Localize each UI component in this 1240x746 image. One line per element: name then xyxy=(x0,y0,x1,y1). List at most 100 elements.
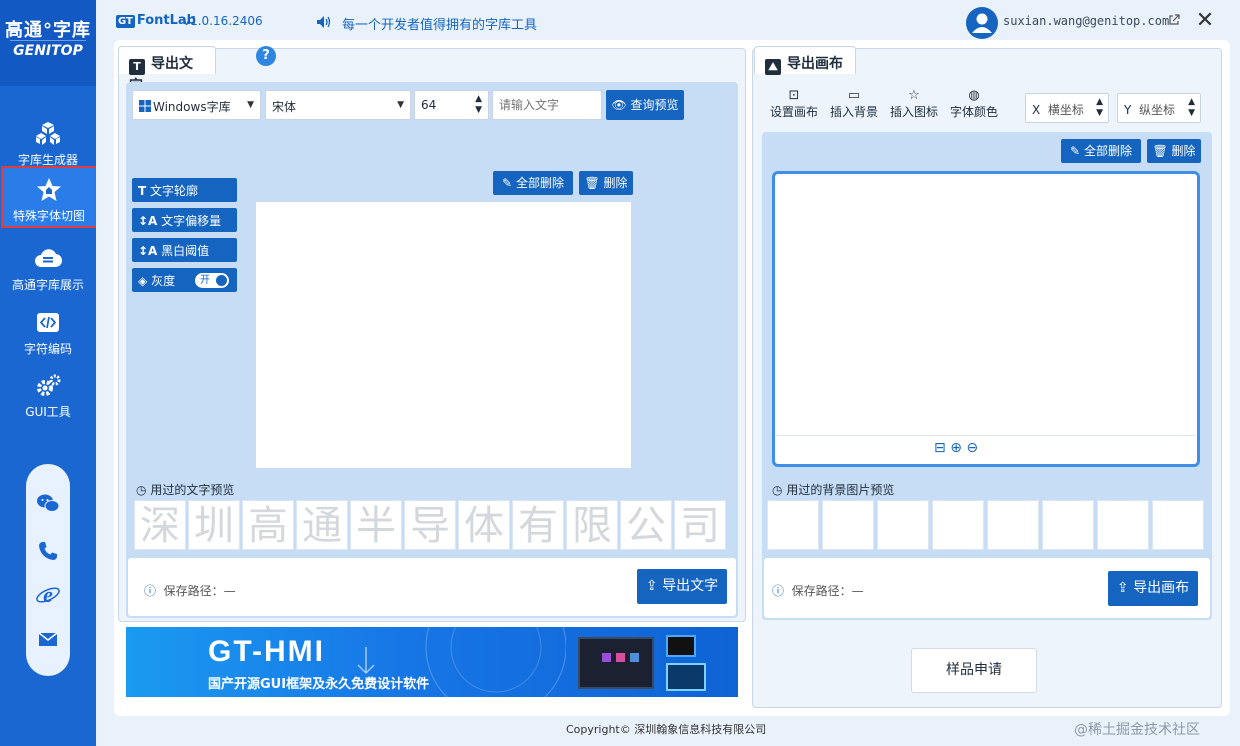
fit-icon[interactable]: ⊟ xyxy=(934,440,946,456)
bg-history-slot[interactable] xyxy=(1097,500,1149,550)
gears-icon xyxy=(37,374,61,396)
font-color-tool[interactable]: ◍ 字体颜色 xyxy=(944,88,1004,120)
font-source-select[interactable]: Windows字库 ▼ xyxy=(132,90,261,120)
clear-all-canvas-button[interactable]: ✎ 全部删除 xyxy=(1061,139,1141,163)
zoom-in-icon[interactable]: ⊕ xyxy=(950,440,962,456)
delete-canvas-button[interactable]: 🗑 删除 xyxy=(1147,139,1201,163)
history-char[interactable]: 限 xyxy=(566,500,618,550)
text-offset-button[interactable]: ↕A 文字偏移量 xyxy=(132,208,237,232)
wechat-icon[interactable] xyxy=(35,490,61,516)
layers-icon: ◈ xyxy=(138,274,148,288)
x-placeholder: 横坐标 xyxy=(1047,103,1084,117)
sample-request-button[interactable]: 样品申请 xyxy=(911,648,1037,693)
text-preview-canvas[interactable] xyxy=(256,202,631,468)
bg-history-slot[interactable] xyxy=(767,500,819,550)
windows-icon xyxy=(139,100,151,112)
query-preview-button[interactable]: 👁 查询预览 xyxy=(606,90,684,120)
stepper-arrows-icon[interactable]: ▲ ▼ xyxy=(475,94,482,116)
zoom-out-icon[interactable]: ⊖ xyxy=(966,440,978,456)
insert-icon-tool[interactable]: ☆ 插入图标 xyxy=(884,88,944,120)
clock-icon: ◷ xyxy=(136,483,147,497)
mail-icon[interactable] xyxy=(35,626,61,652)
grayscale-option[interactable]: ◈ 灰度 开 xyxy=(132,268,237,292)
brand-badge: GT xyxy=(116,15,135,28)
bg-history-slot[interactable] xyxy=(877,500,929,550)
sidebar-item-label: 字符编码 xyxy=(23,342,72,356)
text-input[interactable] xyxy=(492,90,602,120)
font-name-select[interactable]: 宋体 ▼ xyxy=(265,90,411,120)
star-shape-icon xyxy=(37,178,61,201)
info-icon: ⓘ xyxy=(772,584,785,598)
history-char[interactable]: 有 xyxy=(512,500,564,550)
history-char[interactable]: 半 xyxy=(350,500,402,550)
close-button[interactable]: ✕ xyxy=(1192,8,1218,34)
chevron-down-icon: ▼ xyxy=(247,100,254,110)
text-outline-button[interactable]: T 文字轮廓 xyxy=(132,178,237,202)
insert-background-tool[interactable]: ▭ 插入背景 xyxy=(824,88,884,120)
history-char[interactable]: 高 xyxy=(242,500,294,550)
history-char[interactable]: 司 xyxy=(674,500,726,550)
clear-all-text-button[interactable]: ✎ 全部删除 xyxy=(493,171,573,195)
sidebar-item-label: 高通字库展示 xyxy=(11,278,84,292)
sidebar-item-font-generator[interactable]: 字库生成器 xyxy=(0,112,96,174)
text-offset-icon: ↕A xyxy=(138,214,158,228)
bg-history-slot[interactable] xyxy=(987,500,1039,550)
button-label: 全部删除 xyxy=(1083,144,1132,158)
sidebar-item-label: GUI工具 xyxy=(25,405,71,419)
avatar[interactable] xyxy=(966,7,998,39)
stepper-arrows-icon[interactable]: ▲ ▼ xyxy=(1188,97,1195,119)
phone-icon[interactable] xyxy=(35,538,61,564)
bg-history-slot[interactable] xyxy=(932,500,984,550)
bw-threshold-button[interactable]: ↕A 黑白阈值 xyxy=(132,238,237,262)
gt-hmi-banner[interactable]: GT-HMI 国产开源GUI框架及永久免费设计软件 xyxy=(126,627,738,697)
bg-history-slot[interactable] xyxy=(1042,500,1094,550)
chevron-down-icon: ▼ xyxy=(397,100,404,110)
bg-history-slot[interactable] xyxy=(1152,500,1204,550)
text-save-path: ⓘ 保存路径：— xyxy=(144,582,236,599)
toggle-label: 开 xyxy=(200,275,210,286)
svg-text:e: e xyxy=(43,582,53,607)
history-char[interactable]: 圳 xyxy=(188,500,240,550)
delete-text-button[interactable]: 🗑 删除 xyxy=(579,171,633,195)
tab-export-text[interactable]: T导出文字 xyxy=(118,46,216,94)
font-size-stepper[interactable]: 64 ▲ ▼ xyxy=(414,90,489,120)
text-icon: T xyxy=(138,184,147,198)
history-char[interactable]: 通 xyxy=(296,500,348,550)
save-path-label: 保存路径：— xyxy=(163,584,236,598)
sidebar-item-font-display[interactable]: 高通字库展示 xyxy=(0,237,96,299)
canvas-divider xyxy=(776,435,1196,436)
bg-history-slot[interactable] xyxy=(822,500,874,550)
export-text-button[interactable]: ⇪ 导出文字 xyxy=(637,569,727,604)
font-source-value: Windows字库 xyxy=(153,100,231,114)
button-label: 导出画布 xyxy=(1133,580,1190,596)
sidebar-item-special-font-cut[interactable]: 特殊字体切图 xyxy=(1,166,97,228)
trash-icon: 🗑 xyxy=(1152,144,1168,158)
grayscale-toggle[interactable]: 开 xyxy=(195,273,229,288)
cloud-list-icon xyxy=(35,249,62,268)
help-button[interactable]: ? xyxy=(256,46,276,66)
y-placeholder: 纵坐标 xyxy=(1138,103,1175,117)
history-char[interactable]: 公 xyxy=(620,500,672,550)
external-link-icon[interactable] xyxy=(1168,14,1180,26)
save-path-label: 保存路径：— xyxy=(791,584,864,598)
sidebar-item-char-encoding[interactable]: 字符编码 xyxy=(0,301,96,363)
set-canvas-tool[interactable]: ⊡ 设置画布 xyxy=(764,88,824,120)
stepper-arrows-icon[interactable]: ▲ ▼ xyxy=(1096,97,1103,119)
ie-icon[interactable]: e xyxy=(35,582,61,608)
x-coordinate-stepper[interactable]: X 横坐标 ▲ ▼ xyxy=(1025,93,1109,123)
y-coordinate-stepper[interactable]: Y 纵坐标 ▲ ▼ xyxy=(1117,93,1201,123)
button-label: 导出文字 xyxy=(662,578,719,594)
sidebar-item-gui-tools[interactable]: GUI工具 xyxy=(0,364,96,426)
tab-export-canvas[interactable]: ⛰ 导出画布 xyxy=(754,46,856,75)
user-email: suxian.wang@genitop.com xyxy=(1003,14,1170,28)
canvas-icon: ⊡ xyxy=(788,88,800,103)
history-char[interactable]: 体 xyxy=(458,500,510,550)
x-label: X xyxy=(1032,103,1041,117)
logo-title: 高通°字库 xyxy=(5,20,91,41)
export-canvas-button[interactable]: ⇪ 导出画布 xyxy=(1108,571,1198,606)
app-version: v1.0.16.2406 xyxy=(183,14,263,28)
history-char[interactable]: 深 xyxy=(134,500,186,550)
history-char[interactable]: 导 xyxy=(404,500,456,550)
y-label: Y xyxy=(1124,103,1132,117)
canvas-editor[interactable] xyxy=(772,171,1200,467)
